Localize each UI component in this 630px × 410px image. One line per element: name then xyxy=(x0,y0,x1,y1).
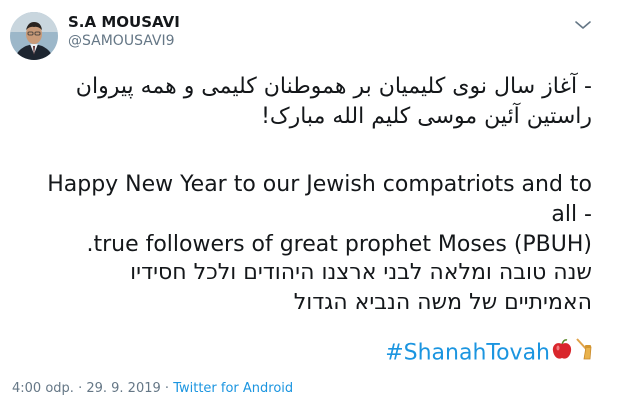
tweet-card: S.A MOUSAVI @SAMOUSAVI9 - آغاز سال نوی ک… xyxy=(0,0,630,410)
tweet-date[interactable]: 29. 9. 2019 xyxy=(86,381,160,396)
english-line-1: Happy New Year to our Jewish compatriots… xyxy=(47,172,592,227)
avatar-image xyxy=(10,12,58,60)
apple-icon xyxy=(552,338,572,369)
hebrew-line-2: האמיתיים של משה הנביא הגדול xyxy=(293,290,592,315)
tweet-text-hebrew: שנה טובה ומלאה לבני ארצנו היהודים ולכל ח… xyxy=(32,258,592,318)
english-line-2: .true followers of great prophet Moses (… xyxy=(86,232,592,257)
tweet-time[interactable]: 4:00 odp. xyxy=(12,381,74,396)
tweet-source-link[interactable]: Twitter for Android xyxy=(173,381,293,396)
chevron-down-icon[interactable] xyxy=(574,16,592,29)
tweet-meta: 4:00 odp. · 29. 9. 2019 · Twitter for An… xyxy=(12,381,293,396)
meta-separator: · xyxy=(78,381,83,396)
tweet-text-persian: - آغاز سال نوی کلیمیان بر هموطنان کلیمی … xyxy=(32,72,592,132)
persian-line-1: - آغاز سال نوی کلیمیان بر هموطنان کلیمی … xyxy=(75,74,592,99)
meta-separator-2: · xyxy=(164,381,170,396)
persian-line-2: راستین آئین موسی کلیم الله مبارک! xyxy=(261,104,592,129)
author-display-name[interactable]: S.A MOUSAVI xyxy=(68,13,180,31)
hashtag-line: #ShanahTovah xyxy=(385,337,592,370)
tweet-text-english: Happy New Year to our Jewish compatriots… xyxy=(32,170,592,260)
honey-pot-icon xyxy=(574,337,592,370)
hebrew-line-1: שנה טובה ומלאה לבני ארצנו היהודים ולכל ח… xyxy=(130,260,592,285)
hashtag-link[interactable]: #ShanahTovah xyxy=(385,341,550,366)
avatar[interactable] xyxy=(10,12,58,60)
author-handle[interactable]: @SAMOUSAVI9 xyxy=(68,33,175,49)
